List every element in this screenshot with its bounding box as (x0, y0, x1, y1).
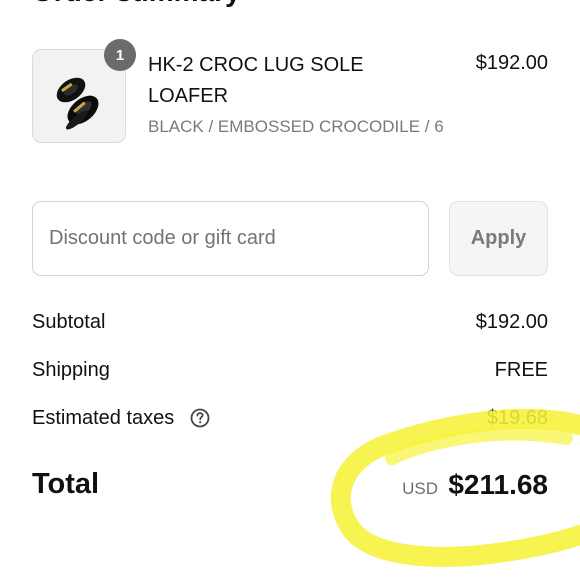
total-currency: USD (402, 479, 438, 498)
apply-discount-button[interactable]: Apply (449, 201, 548, 276)
discount-code-input[interactable] (32, 201, 429, 276)
subtotal-label: Subtotal (32, 311, 106, 333)
product-name: HK-2 CROC LUG SOLE LOAFER (148, 54, 364, 107)
section-title: Order summary (32, 0, 241, 8)
taxes-label: Estimated taxes (32, 407, 175, 429)
shipping-label: Shipping (32, 359, 110, 381)
product-variant: BLACK / EMBOSSED CROCODILE / 6 (148, 117, 444, 136)
taxes-value: $19.68 (486, 407, 548, 429)
quantity-badge: 1 (104, 39, 136, 71)
loafer-shoes-image (47, 60, 113, 134)
total-value: $211.68 (448, 469, 548, 500)
product-price: $192.00 (475, 52, 548, 74)
shipping-value: FREE (494, 359, 548, 381)
order-summary-panel: Order summary 1 HK-2 CROC LUG SOLE LOAFE… (0, 0, 580, 580)
subtotal-value: $192.00 (475, 311, 548, 333)
question-circle-icon[interactable] (190, 408, 210, 428)
total-label: Total (32, 468, 100, 500)
